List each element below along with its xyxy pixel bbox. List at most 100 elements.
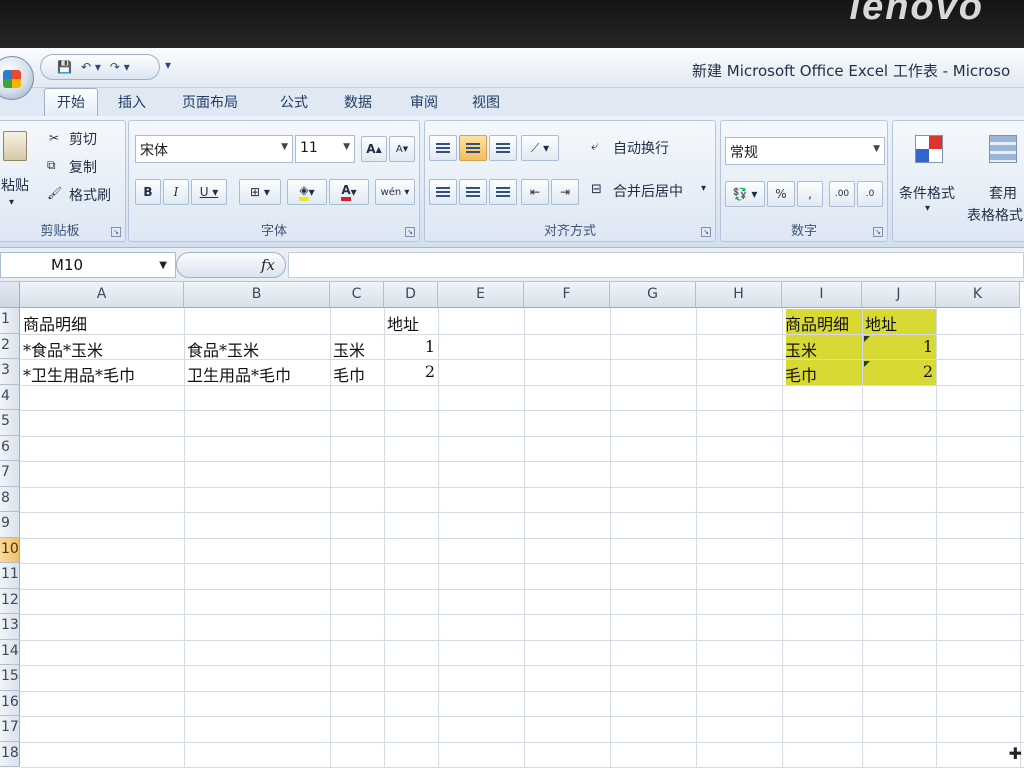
paste-dropdown-icon[interactable]: ▾ xyxy=(9,197,14,208)
insert-function-icon[interactable]: fx xyxy=(261,256,275,274)
row-header-6[interactable]: 6 xyxy=(0,435,20,461)
bold-button[interactable]: B xyxy=(135,179,161,205)
column-header-k[interactable]: K xyxy=(936,282,1020,308)
row-header-5[interactable]: 5 xyxy=(0,410,20,436)
copy-button[interactable]: 复制 xyxy=(69,157,97,177)
row-header-3[interactable]: 3 xyxy=(0,359,20,385)
table-format-button[interactable]: 套用 xyxy=(989,183,1017,203)
percent-button[interactable]: % xyxy=(767,181,795,207)
cell-a2[interactable]: *食品*玉米 xyxy=(20,334,184,360)
column-header-i[interactable]: I xyxy=(782,282,862,308)
row-header-16[interactable]: 16 xyxy=(0,690,20,716)
align-bottom-button[interactable] xyxy=(489,135,517,161)
row-header-17[interactable]: 17 xyxy=(0,716,20,742)
conditional-format-button[interactable]: 条件格式 xyxy=(899,183,955,203)
row-header-14[interactable]: 14 xyxy=(0,639,20,665)
name-box[interactable]: M10 ▼ xyxy=(0,252,176,278)
row-header-15[interactable]: 15 xyxy=(0,665,20,691)
orientation-button[interactable]: ⟋ ▾ xyxy=(521,135,559,161)
cell-a1[interactable]: 商品明细 xyxy=(20,308,184,334)
font-launcher-icon[interactable]: ↘ xyxy=(405,227,415,237)
number-launcher-icon[interactable]: ↘ xyxy=(873,227,883,237)
font-name-select[interactable]: 宋体 ▼ xyxy=(135,135,293,163)
column-header-d[interactable]: D xyxy=(384,282,438,308)
table-format-icon[interactable] xyxy=(989,135,1017,163)
merge-dropdown-icon[interactable]: ▾ xyxy=(701,183,706,194)
cell-j1[interactable]: 地址 xyxy=(862,308,936,334)
increase-indent-button[interactable]: ⇥ xyxy=(551,179,579,205)
error-indicator-icon[interactable] xyxy=(864,335,870,342)
align-center-button[interactable] xyxy=(459,179,487,205)
number-format-select[interactable]: 常规 ▼ xyxy=(725,137,885,165)
shrink-font-button[interactable]: A ▼ xyxy=(389,136,415,162)
comma-button[interactable]: , xyxy=(797,181,823,207)
row-header-18[interactable]: 18 xyxy=(0,741,20,767)
column-header-j[interactable]: J xyxy=(862,282,936,308)
cut-button[interactable]: 剪切 xyxy=(69,129,97,149)
format-painter-button[interactable]: 格式刷 xyxy=(69,185,111,205)
save-icon[interactable]: 💾 xyxy=(57,60,72,74)
column-header-g[interactable]: G xyxy=(610,282,696,308)
column-header-h[interactable]: H xyxy=(696,282,782,308)
cell-a3[interactable]: *卫生用品*毛巾 xyxy=(20,359,184,385)
row-header-8[interactable]: 8 xyxy=(0,486,20,512)
cell-i1[interactable]: 商品明细 xyxy=(782,308,862,334)
cell-d1[interactable]: 地址 xyxy=(384,308,438,334)
align-left-button[interactable] xyxy=(429,179,457,205)
row-header-11[interactable]: 11 xyxy=(0,563,20,589)
error-indicator-icon[interactable] xyxy=(864,361,870,367)
increase-decimal-button[interactable]: .00 xyxy=(829,181,855,207)
row-header-10[interactable]: 10 xyxy=(0,537,20,563)
decrease-indent-button[interactable]: ⇤ xyxy=(521,179,549,205)
wrap-text-button[interactable]: 自动换行 xyxy=(613,138,669,158)
select-all-corner[interactable] xyxy=(0,282,20,308)
italic-button[interactable]: I xyxy=(163,179,189,205)
tab-insert[interactable]: 插入 xyxy=(118,92,146,112)
align-top-button[interactable] xyxy=(429,135,457,161)
font-color-button[interactable]: A ▾ xyxy=(329,179,369,205)
customize-qat-icon[interactable]: ▾ xyxy=(165,58,171,72)
cell-c3[interactable]: 毛巾 xyxy=(330,359,384,385)
clipboard-launcher-icon[interactable]: ↘ xyxy=(111,227,121,237)
tab-review[interactable]: 审阅 xyxy=(410,92,438,112)
grow-font-button[interactable]: A ▲ xyxy=(361,136,387,162)
row-header-9[interactable]: 9 xyxy=(0,512,20,538)
currency-format-button[interactable]: 💱 ▾ xyxy=(725,181,765,207)
cell-b2[interactable]: 食品*玉米 xyxy=(184,334,330,360)
tab-page-layout[interactable]: 页面布局 xyxy=(182,92,238,112)
column-header-c[interactable]: C xyxy=(330,282,384,308)
row-header-4[interactable]: 4 xyxy=(0,384,20,410)
paste-button[interactable]: 粘贴 xyxy=(1,175,29,195)
cell-c2[interactable]: 玉米 xyxy=(330,334,384,360)
tab-home[interactable]: 开始 xyxy=(44,88,98,116)
column-header-f[interactable]: F xyxy=(524,282,610,308)
row-header-2[interactable]: 2 xyxy=(0,333,20,359)
align-right-button[interactable] xyxy=(489,179,517,205)
fill-color-button[interactable]: ◈ ▾ xyxy=(287,179,327,205)
underline-button[interactable]: U ▾ xyxy=(191,179,227,205)
tab-view[interactable]: 视图 xyxy=(472,92,500,112)
cell-d3[interactable]: 2 xyxy=(384,359,438,385)
cell-d2[interactable]: 1 xyxy=(384,334,438,360)
tab-formulas[interactable]: 公式 xyxy=(280,92,308,112)
alignment-launcher-icon[interactable]: ↘ xyxy=(701,227,711,237)
cell-j3[interactable]: 2 xyxy=(862,359,936,385)
formula-input[interactable] xyxy=(288,252,1024,278)
cell-b3[interactable]: 卫生用品*毛巾 xyxy=(184,359,330,385)
row-header-12[interactable]: 12 xyxy=(0,588,20,614)
phonetic-button[interactable]: wén ▾ xyxy=(375,179,415,205)
paste-icon[interactable] xyxy=(3,131,27,161)
borders-button[interactable]: ⊞ ▾ xyxy=(239,179,281,205)
font-size-select[interactable]: 11 ▼ xyxy=(295,135,355,163)
cell-j2[interactable]: 1 xyxy=(862,334,936,360)
conditional-format-icon[interactable] xyxy=(915,135,943,163)
cell-i3[interactable]: 毛巾 xyxy=(782,359,862,385)
row-header-1[interactable]: 1 xyxy=(0,308,20,334)
column-header-a[interactable]: A xyxy=(20,282,184,308)
tab-data[interactable]: 数据 xyxy=(344,92,372,112)
undo-icon[interactable]: ↶ ▾ xyxy=(81,60,101,74)
conditional-dropdown-icon[interactable]: ▾ xyxy=(925,203,930,214)
cell-i2[interactable]: 玉米 xyxy=(782,334,862,360)
worksheet-grid[interactable]: A B C D E F G H I J K 1 2 3 4 5 6 7 8 9 10 11 12 13 14 15 16 17 18 商品… xyxy=(0,282,1024,768)
merge-center-button[interactable]: 合并后居中 xyxy=(613,181,683,201)
